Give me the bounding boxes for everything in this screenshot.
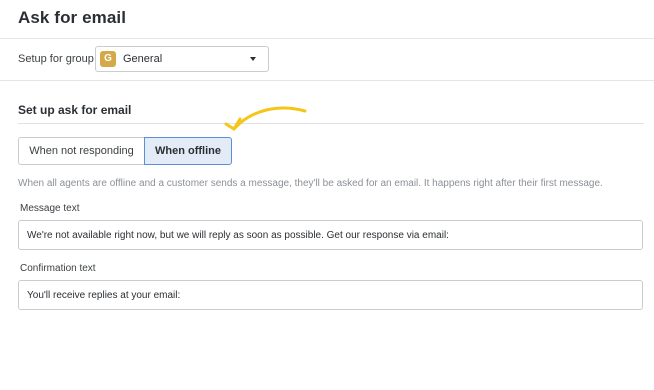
toggle-when-not-responding[interactable]: When not responding (18, 137, 144, 165)
chevron-down-icon (250, 57, 256, 61)
confirmation-text-label: Confirmation text (20, 263, 96, 274)
group-name: General (123, 53, 163, 65)
message-text-input[interactable] (18, 220, 643, 250)
helper-text: When all agents are offline and a custom… (18, 178, 603, 189)
group-select[interactable]: G General (95, 46, 269, 72)
annotation-arrow-icon (224, 106, 307, 131)
confirmation-text-input[interactable] (18, 280, 643, 310)
page-title: Ask for email (18, 8, 127, 27)
group-setup-row: Setup for group G General (0, 38, 654, 81)
section-divider (18, 123, 644, 124)
title-bar: Ask for email (0, 0, 654, 39)
group-setup-label: Setup for group (18, 53, 94, 65)
group-badge: G (100, 51, 116, 67)
section-heading: Set up ask for email (18, 103, 132, 117)
message-text-label: Message text (20, 203, 80, 214)
